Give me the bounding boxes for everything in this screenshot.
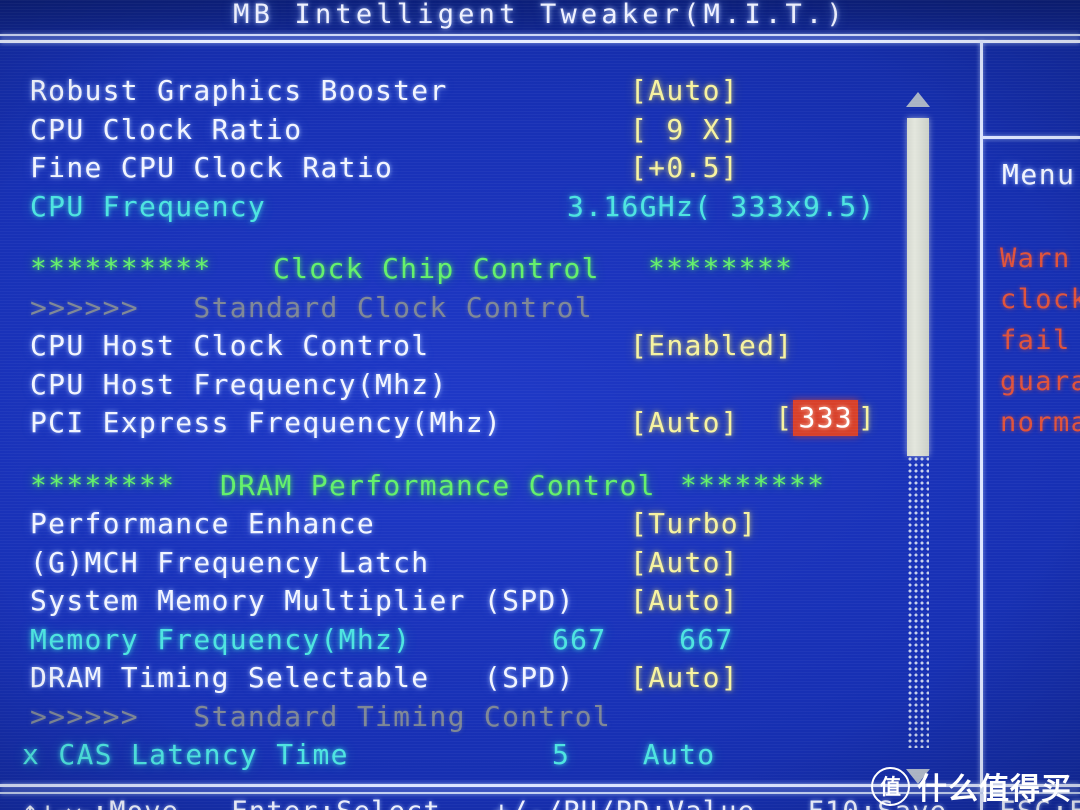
setting-row-robust-graphics-booster[interactable]: Robust Graphics Booster [Auto] bbox=[30, 74, 910, 113]
setting-label: (G)MCH Frequency Latch bbox=[30, 545, 430, 579]
setting-label: CPU Host Frequency(Mhz) bbox=[30, 367, 448, 401]
setting-label: CPU Host Clock Control bbox=[30, 329, 430, 362]
setting-row-pci-express-frequency[interactable]: PCI Express Frequency(Mhz) [Auto] bbox=[30, 406, 910, 445]
setting-value[interactable]: [Auto] bbox=[630, 546, 739, 579]
setting-label: Fine CPU Clock Ratio bbox=[30, 151, 394, 184]
setting-row-performance-enhance[interactable]: Performance Enhance [Turbo] bbox=[30, 507, 910, 546]
submenu-label: >>>>>> Standard Timing Control bbox=[30, 699, 612, 733]
help-panel-text: Warn clock fail guara norma bbox=[1000, 243, 1080, 438]
divider-top-1 bbox=[0, 34, 1080, 36]
scrollbar-thumb[interactable] bbox=[907, 118, 929, 456]
setting-label: Memory Frequency(Mhz) bbox=[30, 622, 412, 656]
setting-row-cpu-frequency: CPU Frequency 3.16GHz( 333x9.5) bbox=[30, 190, 910, 229]
setting-row-cpu-clock-ratio[interactable]: CPU Clock Ratio [ 9 X] bbox=[30, 113, 910, 152]
setting-value[interactable]: [+0.5] bbox=[630, 151, 739, 184]
section-title: Clock Chip Control bbox=[273, 252, 600, 285]
setting-row-fine-cpu-clock-ratio[interactable]: Fine CPU Clock Ratio [+0.5] bbox=[30, 151, 910, 190]
section-stars-left: ******** bbox=[30, 468, 176, 502]
section-title: DRAM Performance Control bbox=[220, 468, 656, 502]
setting-label: x CAS Latency Time bbox=[22, 738, 349, 771]
divider-top-2 bbox=[0, 40, 1080, 43]
setting-label: CPU Frequency bbox=[30, 189, 267, 223]
watermark-logo-icon: 值 bbox=[871, 766, 910, 806]
setting-row-cpu-host-clock-control[interactable]: CPU Host Clock Control [Enabled] bbox=[30, 329, 910, 368]
setting-value[interactable]: [Auto] bbox=[630, 74, 739, 107]
scrollbar-track[interactable] bbox=[907, 456, 929, 748]
help-panel-menu-label: Menu bbox=[1002, 158, 1076, 191]
bios-screen: MB Intelligent Tweaker(M.I.T.) Robust Gr… bbox=[0, 0, 1080, 810]
setting-label: CPU Clock Ratio bbox=[30, 112, 303, 146]
submenu-label: >>>>>> Standard Clock Control bbox=[30, 290, 593, 324]
section-stars-left: ********** bbox=[30, 252, 212, 285]
section-header-clock-chip-control: ********** Clock Chip Control ******** bbox=[30, 252, 910, 291]
section-stars-right: ******** bbox=[648, 252, 794, 285]
submenu-standard-timing-control[interactable]: >>>>>> Standard Timing Control bbox=[30, 700, 910, 739]
setting-label: System Memory Multiplier (SPD) bbox=[30, 584, 575, 617]
scrollbar[interactable] bbox=[901, 88, 935, 788]
setting-value[interactable]: [Auto] bbox=[630, 584, 739, 617]
panel-divider-horizontal bbox=[983, 136, 1080, 139]
setting-value: 5 Auto bbox=[552, 738, 716, 771]
setting-value[interactable]: [Turbo] bbox=[630, 507, 757, 540]
setting-row-cas-latency-time: x CAS Latency Time 5 Auto bbox=[22, 738, 910, 777]
setting-row-cpu-host-frequency[interactable]: CPU Host Frequency(Mhz) [333] bbox=[30, 367, 910, 436]
setting-label: DRAM Timing Selectable (SPD) bbox=[30, 661, 575, 694]
setting-value: 3.16GHz( 333x9.5) bbox=[567, 189, 876, 223]
setting-row-system-memory-multiplier[interactable]: System Memory Multiplier (SPD) [Auto] bbox=[30, 584, 910, 623]
scroll-up-arrow-icon[interactable] bbox=[906, 92, 930, 107]
setting-row-dram-timing-selectable[interactable]: DRAM Timing Selectable (SPD) [Auto] bbox=[30, 661, 910, 700]
setting-row-gmch-frequency-latch[interactable]: (G)MCH Frequency Latch [Auto] bbox=[30, 546, 910, 585]
watermark-text: 什么值得买 bbox=[917, 772, 1072, 807]
section-stars-right: ******** bbox=[680, 468, 826, 502]
setting-value[interactable]: [Auto] bbox=[630, 406, 739, 439]
setting-label: Performance Enhance bbox=[30, 507, 375, 540]
setting-label: PCI Express Frequency(Mhz) bbox=[30, 406, 503, 439]
section-header-dram-performance-control: ******** DRAM Performance Control ******… bbox=[30, 469, 910, 508]
setting-value: 667 667 bbox=[552, 622, 734, 656]
page-title: MB Intelligent Tweaker(M.I.T.) bbox=[233, 0, 847, 30]
setting-value[interactable]: [ 9 X] bbox=[630, 113, 739, 146]
settings-list: Robust Graphics Booster [Auto] CPU Clock… bbox=[22, 74, 910, 777]
setting-value[interactable]: [Enabled] bbox=[630, 329, 793, 362]
panel-divider-vertical bbox=[980, 41, 983, 810]
submenu-standard-clock-control[interactable]: >>>>>> Standard Clock Control bbox=[30, 291, 910, 330]
setting-label: Robust Graphics Booster bbox=[30, 74, 448, 107]
setting-value[interactable]: [Auto] bbox=[630, 661, 739, 694]
watermark: 值 什么值得买 bbox=[871, 764, 1072, 808]
setting-row-memory-frequency: Memory Frequency(Mhz) 667 667 bbox=[30, 623, 910, 662]
